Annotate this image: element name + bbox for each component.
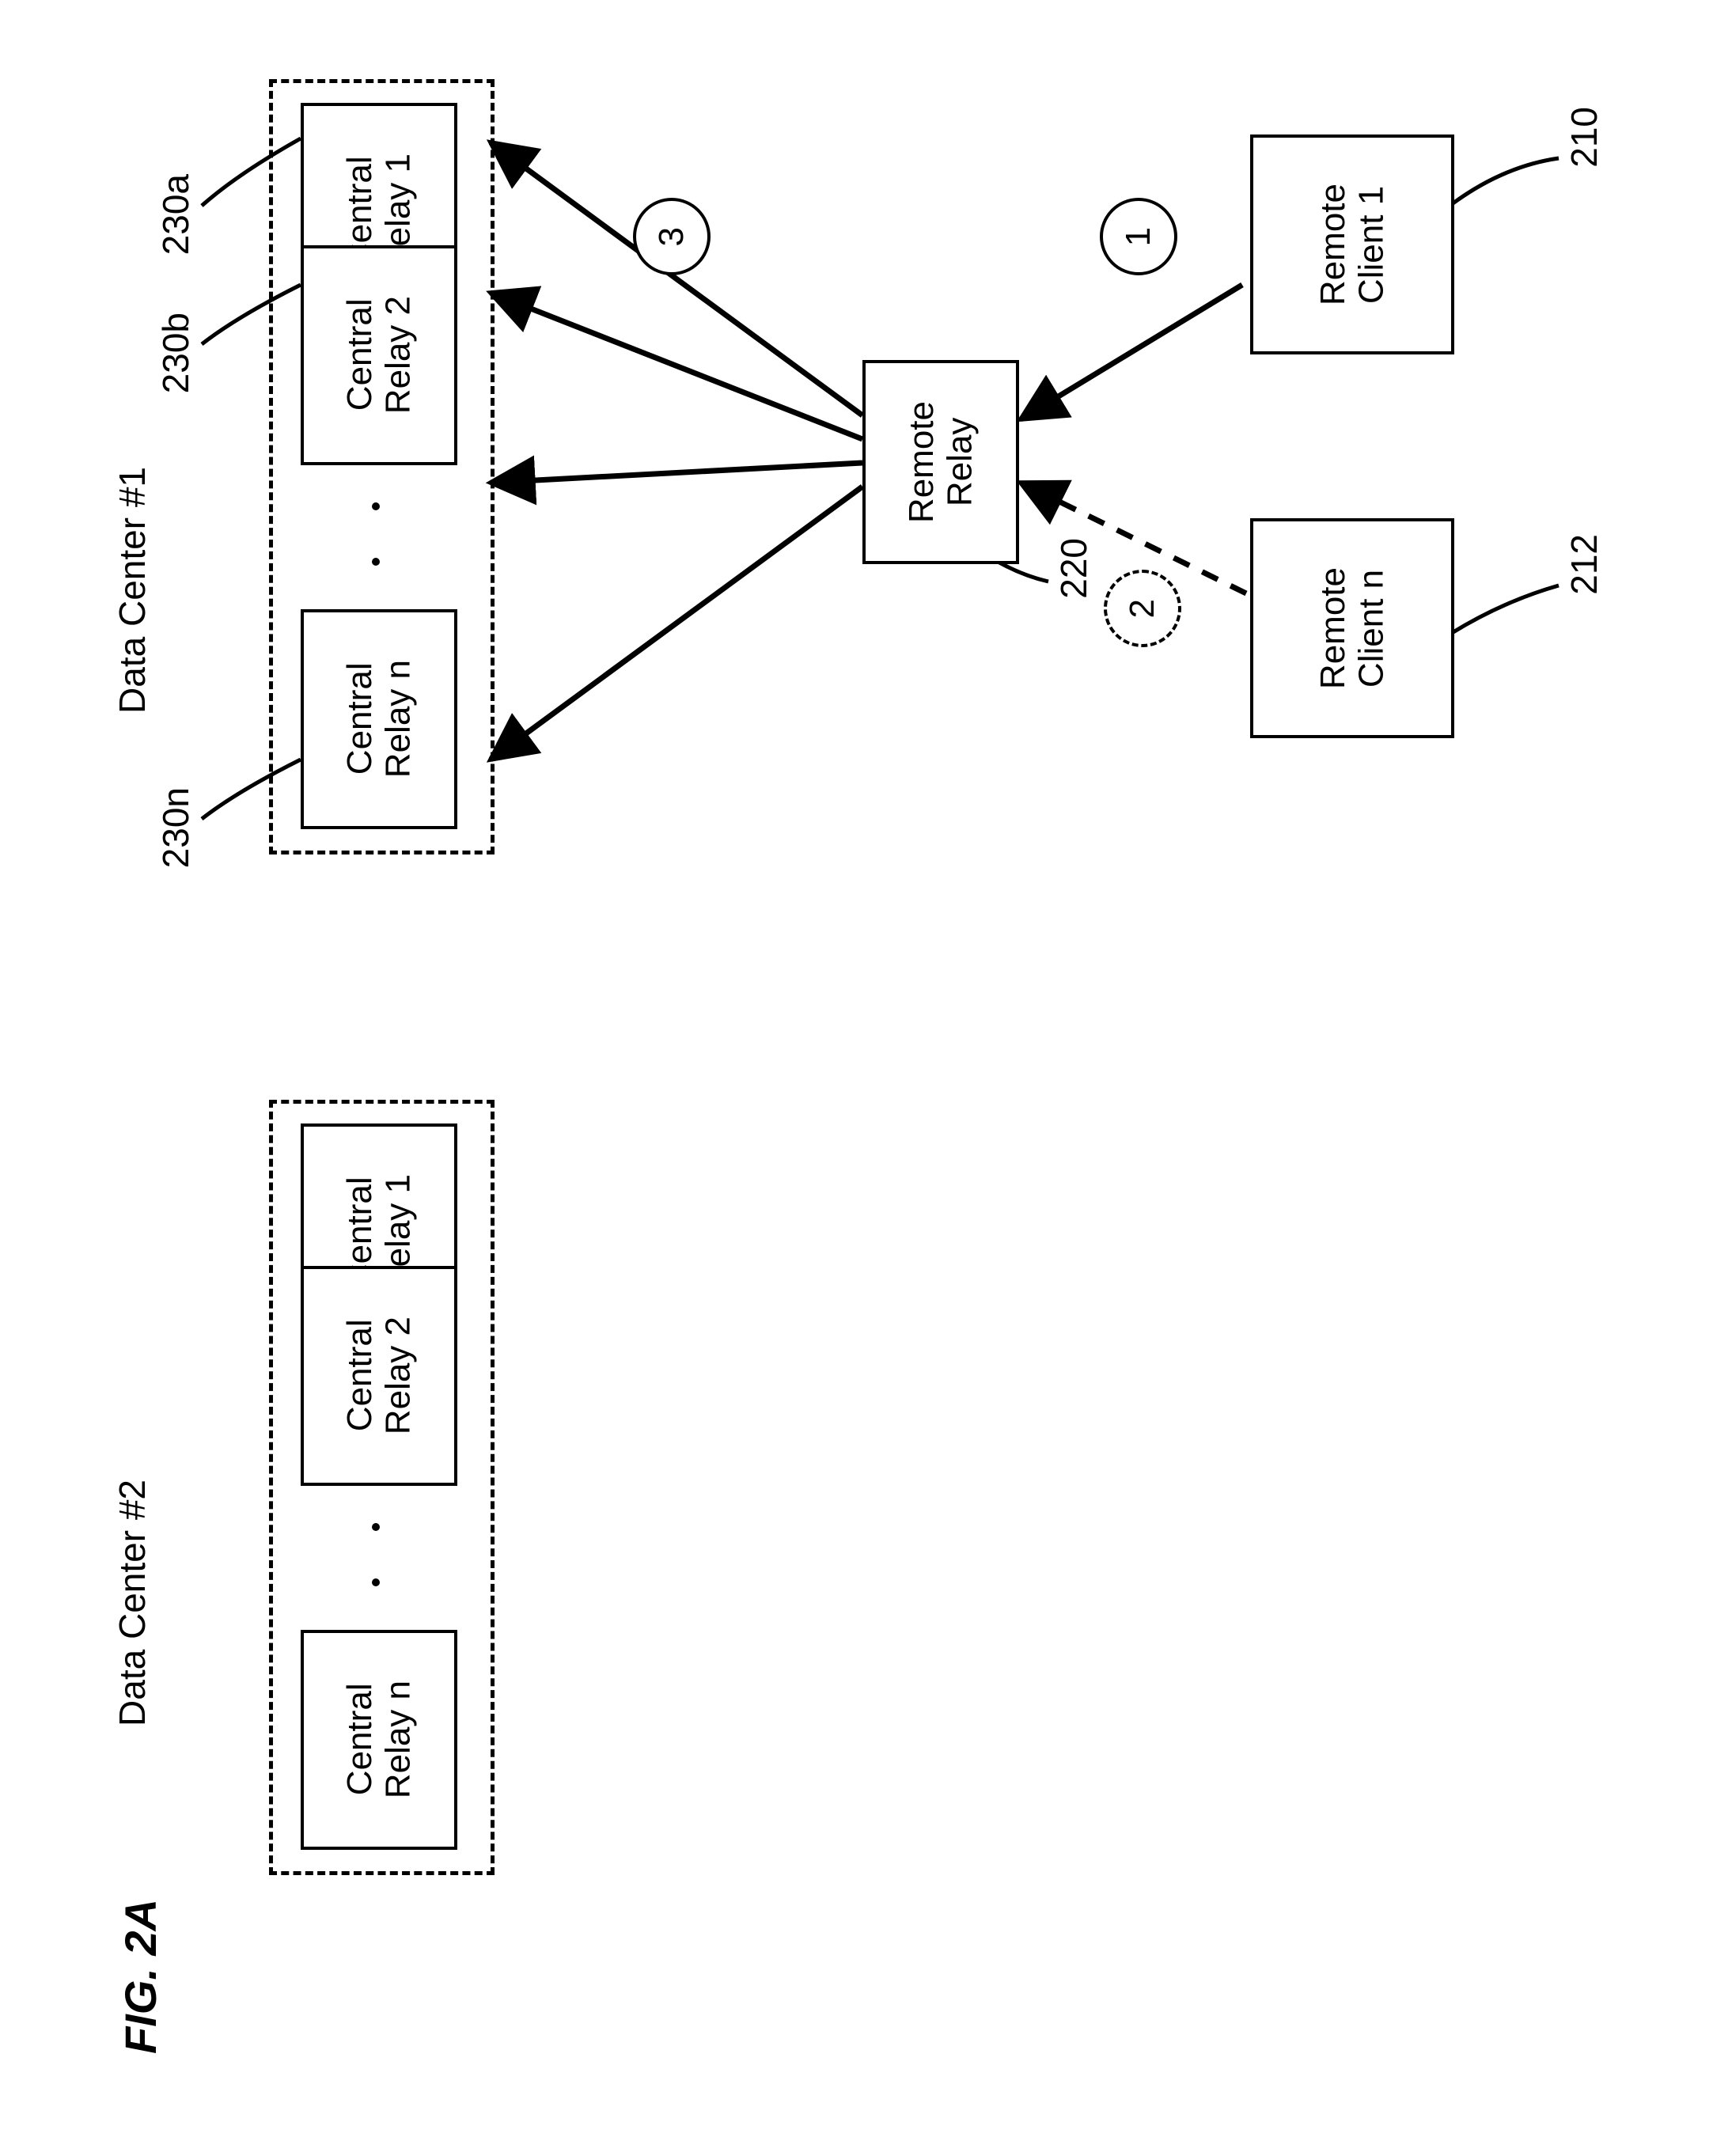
data-center-1-label: Data Center #1 — [111, 467, 153, 722]
dc2-relay-2: Central Relay 2 — [301, 1266, 457, 1486]
step-2-circle: 2 — [1104, 570, 1181, 647]
diagram-arrows — [0, 0, 1713, 2156]
remote-client-n-label: Remote Client n — [1314, 567, 1391, 689]
ref-230a: 230a — [154, 174, 197, 263]
step-1-circle: 1 — [1100, 198, 1177, 275]
figure-label: FIG. 2A — [115, 1899, 166, 2064]
ref-212: 212 — [1563, 534, 1605, 604]
remote-client-1: Remote Client 1 — [1250, 135, 1454, 354]
ref-230n: 230n — [154, 787, 197, 877]
remote-relay-label: Remote Relay — [903, 401, 980, 523]
ref-230b: 230b — [154, 313, 197, 402]
remote-client-n: Remote Client n — [1250, 518, 1454, 738]
ref-210: 210 — [1563, 107, 1605, 176]
data-center-2-label: Data Center #2 — [111, 1480, 153, 1735]
ref-220: 220 — [1052, 538, 1095, 608]
dc1-relay-2: Central Relay 2 — [301, 245, 457, 465]
dc2-ellipsis — [372, 1523, 380, 1642]
dc1-relay-n: Central Relay n — [301, 609, 457, 829]
remote-relay: Remote Relay — [862, 360, 1019, 564]
step-3-circle: 3 — [633, 198, 711, 275]
remote-client-1-label: Remote Client 1 — [1314, 184, 1391, 305]
dc2-relay-n: Central Relay n — [301, 1630, 457, 1850]
dc1-ellipsis — [372, 502, 380, 621]
